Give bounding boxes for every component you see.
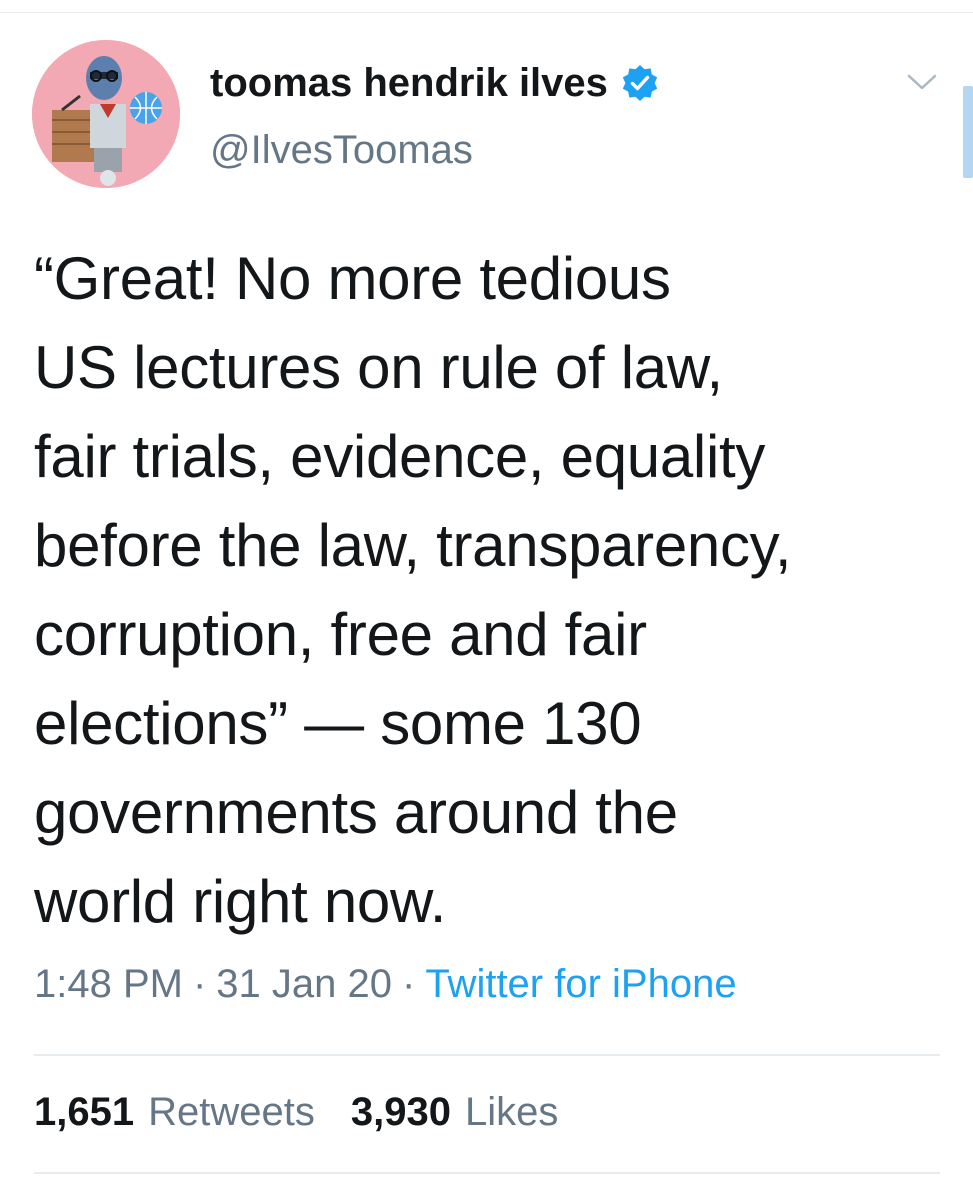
more-options-button[interactable]: [900, 62, 944, 106]
tweet-time[interactable]: 1:48 PM: [34, 962, 183, 1006]
retweets-count: 1,651: [34, 1090, 135, 1134]
profile-avatar-icon: [32, 40, 180, 188]
top-divider: [0, 12, 973, 13]
meta-separator: ·: [192, 962, 207, 1006]
bottom-divider: [34, 1172, 940, 1174]
retweets-stat[interactable]: 1,651 Retweets: [34, 1090, 315, 1135]
tweet-date[interactable]: 31 Jan 20: [216, 962, 392, 1006]
display-name-row: toomas hendrik ilves: [210, 58, 660, 108]
chevron-down-icon: [906, 72, 938, 97]
tweet-source-link[interactable]: Twitter for iPhone: [425, 962, 736, 1006]
likes-count: 3,930: [350, 1090, 451, 1134]
verified-badge-icon: [620, 63, 660, 103]
tweet-meta: 1:48 PM · 31 Jan 20 · Twitter for iPhone: [34, 962, 737, 1007]
scroll-indicator[interactable]: [963, 86, 973, 178]
stats-row: 1,651 Retweets 3,930 Likes: [34, 1090, 558, 1135]
likes-stat[interactable]: 3,930 Likes: [351, 1090, 559, 1135]
retweets-label: Retweets: [148, 1090, 315, 1134]
handle[interactable]: @IlvesToomas: [210, 128, 473, 173]
stats-divider: [34, 1054, 940, 1056]
display-name[interactable]: toomas hendrik ilves: [210, 61, 608, 106]
meta-separator: ·: [402, 962, 416, 1006]
tweet-text: “Great! No more tedious US lectures on r…: [34, 245, 792, 935]
likes-label: Likes: [464, 1090, 559, 1134]
avatar[interactable]: [32, 40, 180, 188]
